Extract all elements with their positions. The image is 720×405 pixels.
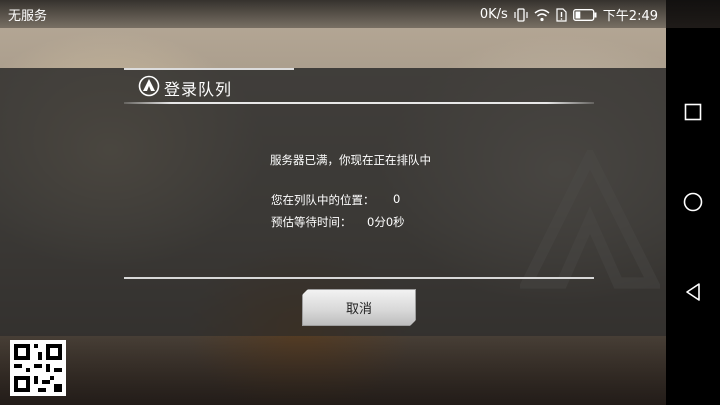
status-bar: 无服务 0K/s 下午2:49	[0, 0, 720, 28]
queue-position-row: 您在列队中的位置： 0	[271, 192, 400, 208]
login-queue-dialog: 登录队列 服务器已满，你现在正在排队中 您在列队中的位置： 0 预估等待时间： …	[124, 68, 596, 336]
circle-icon	[683, 192, 703, 212]
queue-position-value: 0	[393, 192, 401, 206]
dialog-bottom-divider	[124, 277, 594, 279]
bottom-info-strip	[0, 336, 666, 405]
vibrate-icon	[514, 7, 528, 22]
home-button[interactable]	[680, 189, 706, 215]
game-logo-icon	[138, 75, 160, 101]
cancel-button[interactable]: 取消	[302, 289, 416, 326]
wait-time-value: 0分0秒	[367, 215, 405, 229]
status-time: 下午2:49	[602, 9, 658, 24]
battery-icon	[572, 8, 597, 21]
dialog-title: 登录队列	[164, 80, 233, 99]
wait-time-row: 预估等待时间： 0分0秒	[271, 214, 405, 230]
wait-time-label: 预估等待时间：	[271, 215, 352, 229]
back-triangle-icon	[686, 283, 700, 301]
network-speed: 0K/s	[479, 7, 508, 22]
square-icon	[684, 103, 702, 121]
qr-code	[10, 340, 66, 396]
dialog-top-divider	[124, 102, 594, 104]
back-button[interactable]	[680, 279, 706, 305]
recent-apps-button[interactable]	[680, 99, 706, 125]
wifi-icon	[534, 8, 550, 22]
dialog-header: 登录队列	[138, 75, 233, 101]
carrier-label: 无服务	[8, 9, 48, 24]
status-icons: 0K/s 下午2:49	[480, 5, 658, 24]
queue-message: 服务器已满，你现在正在排队中	[270, 153, 431, 167]
queue-position-label: 您在列队中的位置：	[271, 193, 375, 207]
system-nav-bar	[666, 28, 720, 405]
sim-alert-icon	[556, 7, 567, 22]
